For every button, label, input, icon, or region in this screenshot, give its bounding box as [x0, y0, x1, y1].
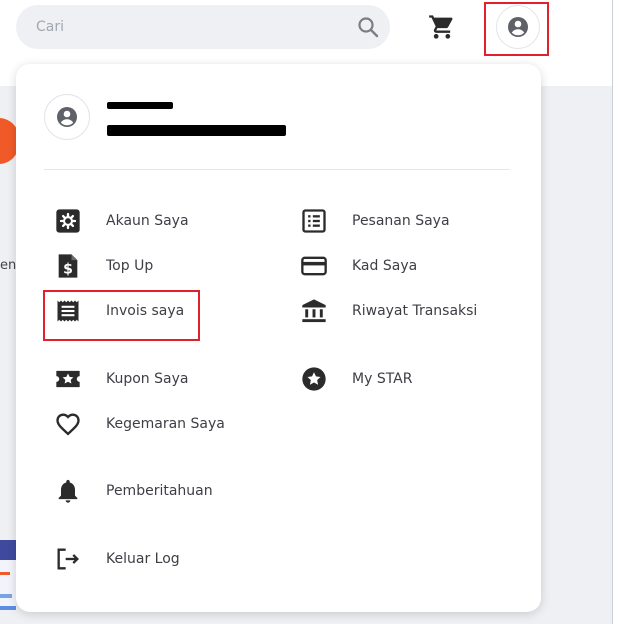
svg-text:$: $: [63, 262, 73, 278]
menu-item-label: Akaun Saya: [106, 213, 189, 229]
dollar-document-icon: $: [58, 254, 78, 278]
account-circle-icon: [57, 107, 77, 127]
profile-divider: [44, 169, 510, 170]
search-icon[interactable]: [356, 15, 380, 39]
menu-item-label: Pemberitahuan: [106, 483, 213, 499]
cart-icon[interactable]: [428, 13, 456, 41]
heart-icon: [56, 413, 80, 436]
bell-icon: [58, 479, 78, 503]
coupon-star-icon: [56, 370, 80, 388]
highlight-box-account: [484, 2, 549, 56]
menu-item-label: Pesanan Saya: [352, 213, 450, 229]
background-banner: [0, 540, 16, 620]
gear-square-icon: [56, 209, 80, 233]
profile-avatar: [44, 94, 90, 140]
search-bar[interactable]: [16, 5, 390, 49]
menu-item-label: Kupon Saya: [106, 371, 189, 387]
menu-item-label: Top Up: [106, 258, 154, 274]
search-input[interactable]: [36, 5, 346, 49]
credit-card-icon: [301, 256, 327, 276]
star-circle-icon: [302, 367, 326, 391]
redacted-user-name: [107, 102, 173, 109]
redacted-user-email: [107, 125, 286, 136]
page-scroll-edge: [612, 0, 613, 624]
menu-item-label: Riwayat Transaksi: [352, 303, 478, 319]
logout-icon: [57, 548, 79, 570]
menu-item-label: Kad Saya: [352, 258, 418, 274]
bank-icon: [302, 299, 326, 323]
menu-item-label: My STAR: [352, 371, 413, 387]
account-dropdown-menu: Akaun Saya $ Top Up Invois saya Kupon Sa…: [16, 64, 541, 612]
highlight-box-invois: [43, 290, 200, 341]
list-document-icon: [302, 209, 326, 233]
menu-item-label: Keluar Log: [106, 551, 180, 567]
menu-item-label: Kegemaran Saya: [106, 416, 225, 432]
